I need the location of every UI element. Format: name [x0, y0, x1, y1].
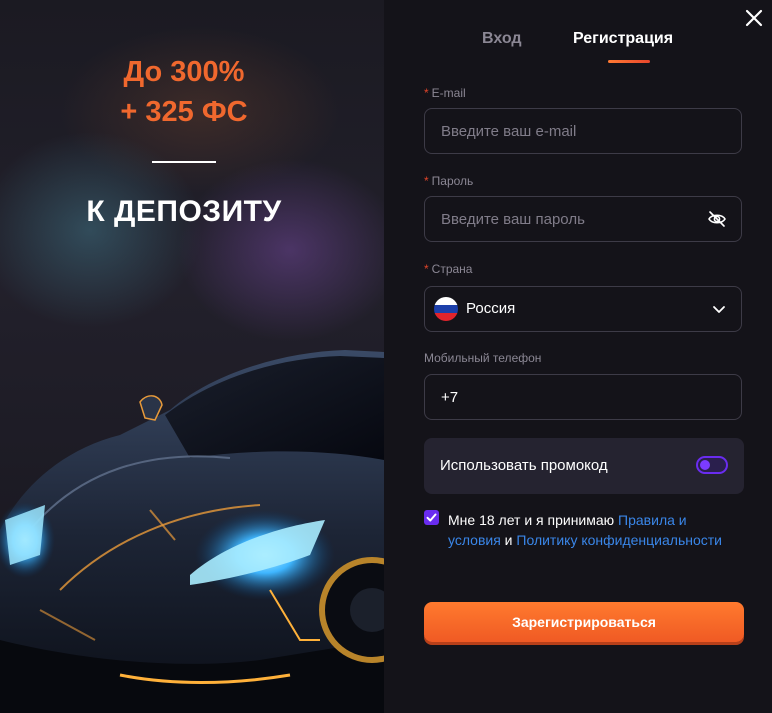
email-field — [424, 108, 742, 154]
privacy-link[interactable]: Политику конфиденциальности — [516, 532, 722, 548]
eye-off-icon[interactable] — [707, 209, 727, 229]
register-button[interactable]: Зарегистрироваться — [424, 602, 744, 642]
promocode-row: Использовать промокод — [424, 438, 744, 494]
promocode-toggle[interactable] — [696, 456, 728, 474]
sports-car-image — [0, 350, 384, 713]
phone-label: Мобильный телефон — [424, 351, 541, 365]
country-value: Россия — [466, 300, 516, 317]
promo-amount: До 300% + 325 ФС — [0, 52, 368, 132]
required-marker: * — [424, 174, 429, 188]
russia-flag-icon — [434, 297, 458, 321]
promo-banner: До 300% + 325 ФС К ДЕПОЗИТУ — [0, 0, 384, 713]
toggle-knob — [700, 460, 710, 470]
promo-amount-line2: + 325 ФС — [120, 96, 248, 128]
consent-checkbox[interactable] — [424, 510, 439, 525]
tab-login[interactable]: Вход — [482, 30, 522, 48]
chevron-down-icon — [713, 306, 725, 313]
promo-divider — [152, 161, 216, 163]
phone-field — [424, 374, 742, 420]
phone-input[interactable] — [441, 375, 691, 419]
close-icon[interactable] — [744, 8, 764, 28]
tab-register[interactable]: Регистрация — [573, 30, 673, 48]
consent-text: Мне 18 лет и я принимаю Правила и услови… — [448, 510, 738, 550]
active-tab-indicator — [608, 60, 650, 63]
required-marker: * — [424, 262, 429, 276]
consent-text-middle: и — [500, 532, 517, 548]
country-select[interactable]: Россия — [424, 286, 742, 332]
registration-panel: Вход Регистрация *E-mail *Пароль *Страна… — [384, 0, 772, 713]
auth-tabs: Вход Регистрация — [384, 30, 772, 70]
email-label-text: E-mail — [431, 86, 466, 100]
password-label-text: Пароль — [431, 174, 474, 188]
password-label: * Пароль — [424, 174, 473, 188]
consent-text-before: Мне 18 лет и я принимаю — [448, 512, 619, 528]
phone-label-text: Мобильный телефон — [424, 351, 542, 365]
password-field — [424, 196, 742, 242]
email-label: * E-mail — [424, 86, 466, 100]
promo-deposit-text: К ДЕПОЗИТУ — [86, 195, 282, 228]
country-label: * Страна — [424, 262, 472, 276]
password-input[interactable] — [441, 197, 691, 241]
checkmark-icon — [426, 513, 437, 522]
country-label-text: Страна — [431, 262, 473, 276]
email-input[interactable] — [441, 109, 691, 153]
promo-amount-line1: До 300% — [123, 56, 245, 88]
promocode-label: Использовать промокод — [440, 457, 608, 474]
required-marker: * — [424, 86, 429, 100]
